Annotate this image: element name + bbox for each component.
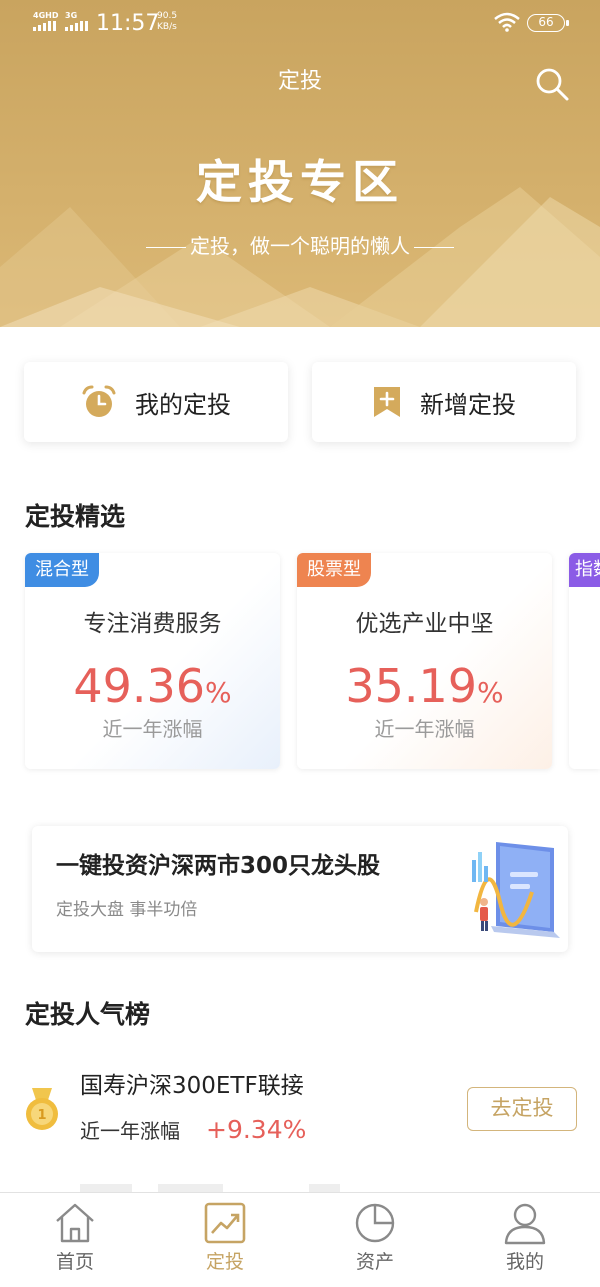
- wifi-icon: [494, 12, 520, 32]
- fund-rate-unit: %: [205, 676, 232, 709]
- gold-medal-icon: 1: [26, 1088, 58, 1130]
- trend-chart-icon: [204, 1202, 246, 1244]
- fund-card-partial[interactable]: 指数型: [569, 553, 600, 769]
- my-invest-label: 我的定投: [135, 390, 231, 419]
- clock: 11:57: [96, 11, 160, 36]
- fund-card[interactable]: 混合型 专注消费服务 49.36% 近一年涨幅: [25, 553, 280, 769]
- speed-unit: KB/s: [157, 22, 177, 32]
- tab-label: 我的: [505, 1251, 544, 1273]
- battery-icon: 66: [527, 14, 569, 32]
- new-invest-button[interactable]: 新增定投: [312, 362, 576, 442]
- featured-section-title: 定投精选: [25, 502, 126, 531]
- network-type-2: 3G: [65, 11, 78, 20]
- fund-type-tag: 指数型: [569, 553, 600, 587]
- popular-section-title: 定投人气榜: [25, 1000, 151, 1029]
- hero-subtitle-text: 定投，做一个聪明的懒人: [190, 234, 410, 258]
- signal-icon: [33, 21, 56, 31]
- alarm-clock-icon: [82, 385, 116, 417]
- rate-value: +9.34%: [206, 1115, 307, 1144]
- my-invest-button[interactable]: 我的定投: [24, 362, 288, 442]
- fund-rate-label: 近一年涨幅: [374, 717, 475, 741]
- svg-text:1: 1: [37, 1108, 46, 1123]
- tab-label: 首页: [55, 1251, 94, 1273]
- status-bar: 4GHD 3G 11:57 90.5 KB/s 66: [0, 0, 600, 44]
- fund-rate-value: 49.36: [73, 659, 206, 713]
- network-type-1: 4GHD: [33, 11, 59, 20]
- fund-name: 国寿沪深300ETF联接: [80, 1073, 304, 1099]
- hero-title: 定投专区: [196, 155, 404, 209]
- bookmark-plus-icon: [374, 387, 400, 417]
- tab-home[interactable]: 首页: [0, 1193, 150, 1287]
- search-icon[interactable]: [534, 66, 570, 102]
- home-icon: [56, 1203, 94, 1243]
- divider-right: [414, 246, 454, 249]
- tab-invest[interactable]: 定投: [150, 1193, 300, 1287]
- fund-type-tag: 混合型: [25, 553, 99, 587]
- fund-type-tag: 股票型: [297, 553, 371, 587]
- fund-name: 专注消费服务: [83, 611, 222, 637]
- hero-subtitle: 定投，做一个聪明的懒人: [0, 232, 600, 260]
- speed-value: 90.5: [157, 11, 178, 21]
- fund-name: 优选产业中坚: [355, 611, 494, 637]
- network-speed: 90.5 KB/s: [157, 11, 177, 33]
- promo-subtitle: 定投大盘 事半功倍: [56, 900, 198, 920]
- promo-banner[interactable]: 一键投资沪深两市300只龙头股 定投大盘 事半功倍: [32, 826, 568, 952]
- chart-illustration-icon: [472, 842, 560, 938]
- list-item[interactable]: 1 国寿沪深300ETF联接 近一年涨幅 +9.34% 去定投: [0, 1060, 600, 1160]
- hero-banner: 4GHD 3G 11:57 90.5 KB/s 66 定投 定投专区 定投，做一…: [0, 0, 600, 327]
- signal-icon-2: [65, 21, 88, 31]
- tab-label: 资产: [355, 1251, 394, 1273]
- divider-left: [146, 246, 186, 249]
- tab-bar: 首页 定投 资产 我的: [0, 1192, 600, 1287]
- promo-title: 一键投资沪深两市300只龙头股: [56, 853, 381, 879]
- pie-chart-icon: [355, 1203, 395, 1243]
- person-icon: [504, 1203, 546, 1245]
- page-title: 定投: [277, 69, 322, 94]
- fund-rate-label: 近一年涨幅: [102, 717, 203, 741]
- tab-label: 定投: [205, 1251, 244, 1273]
- tab-mine[interactable]: 我的: [450, 1193, 600, 1287]
- fund-rate-unit: %: [477, 676, 504, 709]
- new-invest-label: 新增定投: [420, 390, 516, 419]
- tab-assets[interactable]: 资产: [300, 1193, 450, 1287]
- fund-card[interactable]: 股票型 优选产业中坚 35.19% 近一年涨幅: [297, 553, 552, 769]
- start-invest-button[interactable]: 去定投: [467, 1087, 577, 1131]
- fund-rate-value: 35.19: [345, 659, 478, 713]
- rate-label: 近一年涨幅: [80, 1119, 180, 1143]
